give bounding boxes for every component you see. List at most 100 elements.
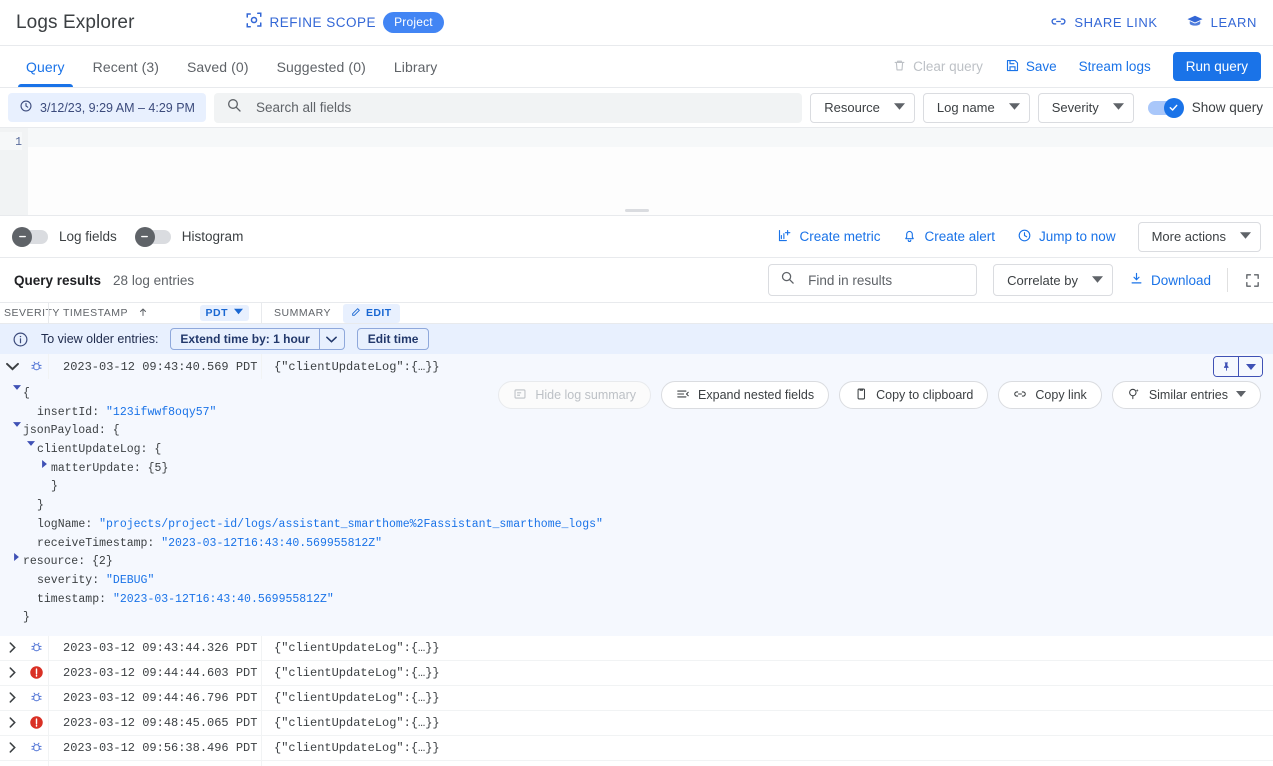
json-toggle-down-icon[interactable] [24, 441, 37, 446]
json-toggle-right-icon[interactable] [38, 460, 51, 468]
json-line: severity: "DEBUG" [0, 572, 1273, 591]
show-query-toggle-wrap: Show query [1148, 100, 1263, 115]
chevron-down-icon [234, 307, 243, 319]
extend-time-dropdown-arrow[interactable] [319, 329, 344, 349]
edit-summary-fields-button[interactable]: EDIT [343, 304, 400, 323]
correlate-by-button[interactable]: Correlate by [993, 264, 1113, 296]
log-name-filter[interactable]: Log name [923, 93, 1030, 123]
column-timestamp[interactable]: TIMESTAMP PDT [48, 303, 261, 323]
similar-entries-button[interactable]: Similar entries [1112, 381, 1261, 409]
json-line: clientUpdateLog: { [0, 441, 1273, 460]
link-icon [1013, 387, 1027, 404]
json-line-content: logName: "projects/project-id/logs/assis… [37, 516, 603, 535]
expand-lines-icon [676, 387, 690, 404]
tab-recent[interactable]: Recent (3) [79, 46, 173, 87]
row-timestamp: 2023-03-12 09:43:44.326 PDT [48, 636, 261, 660]
more-actions-button[interactable]: More actions [1138, 222, 1261, 252]
table-row[interactable]: 2023-03-12 09:44:46.796 PDT{"clientUpdat… [0, 686, 1273, 711]
share-link-button[interactable]: SHARE LINK [1050, 13, 1157, 33]
refine-scope-label: REFINE SCOPE [270, 15, 377, 30]
refine-scope-button[interactable]: REFINE SCOPE Project [245, 11, 444, 34]
timezone-selector[interactable]: PDT [200, 305, 250, 321]
copy-link-button[interactable]: Copy link [998, 381, 1101, 409]
query-actions: Clear query Save Stream logs Run query [892, 46, 1273, 87]
table-row[interactable]: 2023-03-12 09:43:44.326 PDT{"clientUpdat… [0, 636, 1273, 661]
download-button[interactable]: Download [1129, 271, 1211, 289]
table-row[interactable]: 2023-03-12 09:56:38.496 PDT{"clientUpdat… [0, 736, 1273, 761]
json-toggle-down-icon[interactable] [10, 422, 23, 427]
extend-time-split-button[interactable]: Extend time by: 1 hour [170, 328, 344, 350]
severity-icon-debug [24, 741, 48, 754]
download-label: Download [1151, 273, 1211, 288]
toggle-knob [135, 227, 155, 247]
run-query-button[interactable]: Run query [1173, 52, 1261, 81]
older-entries-notice: To view older entries: Extend time by: 1… [0, 324, 1273, 354]
pin-entry-button[interactable] [1214, 357, 1238, 376]
clock-icon [19, 99, 33, 116]
show-query-toggle[interactable] [1148, 101, 1182, 115]
hide-log-summary-button[interactable]: Hide log summary [498, 381, 651, 409]
tab-suggested[interactable]: Suggested (0) [263, 46, 380, 87]
json-line-content: } [37, 497, 44, 516]
time-range-label: 3/12/23, 9:29 AM – 4:29 PM [40, 101, 195, 115]
learn-button[interactable]: LEARN [1186, 12, 1257, 33]
row-summary: {"clientUpdateLog":{…}} [261, 636, 1273, 660]
expand-row-icon[interactable] [0, 717, 24, 728]
row-summary: {"clientUpdateLog":{…}} [261, 354, 1213, 379]
log-fields-toggle[interactable] [14, 230, 48, 244]
find-in-results-input[interactable] [806, 272, 965, 289]
search-input[interactable] [254, 99, 790, 116]
editor-line-1[interactable] [28, 128, 1273, 147]
row-menu-dropdown-button[interactable] [1238, 357, 1262, 376]
editor-text-area[interactable] [28, 128, 1273, 215]
table-row[interactable]: 2023-03-12 09:48:45.065 PDT{"clientUpdat… [0, 711, 1273, 736]
json-toggle-right-icon[interactable] [10, 553, 23, 561]
stream-logs-button[interactable]: Stream logs [1079, 59, 1151, 74]
clear-query-label: Clear query [913, 59, 983, 74]
table-row-expanded[interactable]: 2023-03-12 09:43:40.569 PDT {"clientUpda… [0, 354, 1273, 379]
row-timestamp: 2023-03-12 09:48:45.065 PDT [48, 711, 261, 735]
time-range-selector[interactable]: 3/12/23, 9:29 AM – 4:29 PM [8, 93, 206, 122]
tab-library[interactable]: Library [380, 46, 452, 87]
expand-row-icon[interactable] [0, 642, 24, 653]
save-query-button[interactable]: Save [1005, 58, 1057, 76]
query-editor[interactable]: 1 [0, 128, 1273, 216]
clear-query-button[interactable]: Clear query [892, 58, 983, 76]
filter-bar: 3/12/23, 9:29 AM – 4:29 PM Resource Log … [0, 88, 1273, 128]
extend-time-label: Extend time by: 1 hour [171, 329, 318, 349]
create-alert-button[interactable]: Create alert [902, 228, 995, 246]
table-row[interactable]: 2023-03-12 09:44:44.603 PDT{"clientUpdat… [0, 661, 1273, 686]
hide-log-summary-label: Hide log summary [535, 388, 636, 402]
sort-ascending-icon[interactable] [137, 306, 149, 321]
tab-saved[interactable]: Saved (0) [173, 46, 263, 87]
tab-label: Query [26, 59, 65, 75]
json-line-content: matterUpdate: {5} [51, 460, 168, 479]
copy-to-clipboard-label: Copy to clipboard [876, 388, 973, 402]
expand-row-icon[interactable] [0, 667, 24, 678]
copy-to-clipboard-button[interactable]: Copy to clipboard [839, 381, 988, 409]
fullscreen-icon[interactable] [1244, 272, 1261, 289]
resource-filter-label: Resource [824, 100, 880, 115]
tools-row-actions: Create metric Create alert Jump to now M… [777, 222, 1261, 252]
severity-filter[interactable]: Severity [1038, 93, 1134, 123]
create-metric-button[interactable]: Create metric [777, 228, 880, 246]
json-line-content: } [23, 609, 30, 628]
jump-to-now-button[interactable]: Jump to now [1017, 228, 1116, 246]
toggle-knob [1164, 98, 1184, 118]
editor-resize-handle[interactable] [625, 209, 649, 212]
collapse-row-icon[interactable] [0, 360, 24, 373]
resource-filter[interactable]: Resource [810, 93, 915, 123]
search-all-fields[interactable] [214, 93, 802, 123]
query-results-title: Query results [14, 273, 101, 288]
edit-time-button[interactable]: Edit time [357, 328, 430, 350]
expand-row-icon[interactable] [0, 742, 24, 753]
find-in-results[interactable] [768, 264, 977, 296]
json-line: logName: "projects/project-id/logs/assis… [0, 516, 1273, 535]
expand-nested-fields-button[interactable]: Expand nested fields [661, 381, 829, 409]
table-row[interactable]: 2023-03-12 09:56:39.195 PDT{"clientUpdat… [0, 761, 1273, 766]
expand-row-icon[interactable] [0, 692, 24, 703]
histogram-toggle[interactable] [137, 230, 171, 244]
json-toggle-down-icon[interactable] [10, 385, 23, 390]
json-line-content: clientUpdateLog: { [37, 441, 161, 460]
tab-query[interactable]: Query [12, 46, 79, 87]
